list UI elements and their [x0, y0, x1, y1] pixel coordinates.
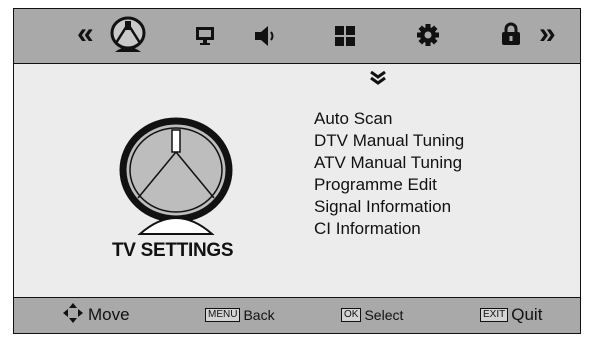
category-bar: « »: [14, 9, 580, 64]
quit-label: Quit: [511, 305, 543, 324]
quit-hint: EXIT Quit: [480, 298, 542, 332]
menu-item-dtv-manual-tuning[interactable]: DTV Manual Tuning: [314, 130, 464, 152]
next-category-arrow[interactable]: »: [539, 19, 556, 49]
ok-key: OK: [341, 308, 362, 322]
lock-icon[interactable]: [501, 22, 521, 46]
chevron-down-icon: [370, 70, 386, 90]
apps-icon[interactable]: [335, 26, 355, 46]
picture-icon[interactable]: [195, 26, 215, 46]
sound-icon[interactable]: [254, 25, 278, 47]
help-bar: Move MENU Back OK Select EXIT Quit: [14, 297, 580, 333]
menu-item-auto-scan[interactable]: Auto Scan: [314, 108, 464, 130]
menu-item-atv-manual-tuning[interactable]: ATV Manual Tuning: [314, 152, 464, 174]
move-arrows-icon: [62, 302, 84, 329]
tv-settings-menu: Auto Scan DTV Manual Tuning ATV Manual T…: [314, 108, 464, 240]
category-title: TV SETTINGS: [112, 240, 234, 261]
move-hint: Move: [62, 298, 130, 332]
menu-item-programme-edit[interactable]: Programme Edit: [314, 174, 464, 196]
back-hint: MENU Back: [205, 298, 275, 332]
menu-key: MENU: [205, 308, 241, 322]
select-label: Select: [364, 307, 404, 323]
gear-icon[interactable]: [416, 23, 440, 47]
satellite-dish-icon[interactable]: [109, 16, 147, 54]
move-label: Move: [88, 305, 130, 324]
back-label: Back: [243, 307, 275, 323]
select-hint: OK Select: [341, 298, 403, 332]
prev-category-arrow[interactable]: «: [77, 19, 94, 49]
category-satellite-dish-icon: [116, 116, 236, 241]
tv-settings-window: « » TV SETTINGS Auto Scan DTV Manual Tun…: [13, 8, 581, 334]
exit-key: EXIT: [480, 308, 509, 322]
menu-item-ci-information[interactable]: CI Information: [314, 218, 464, 240]
menu-item-signal-information[interactable]: Signal Information: [314, 196, 464, 218]
